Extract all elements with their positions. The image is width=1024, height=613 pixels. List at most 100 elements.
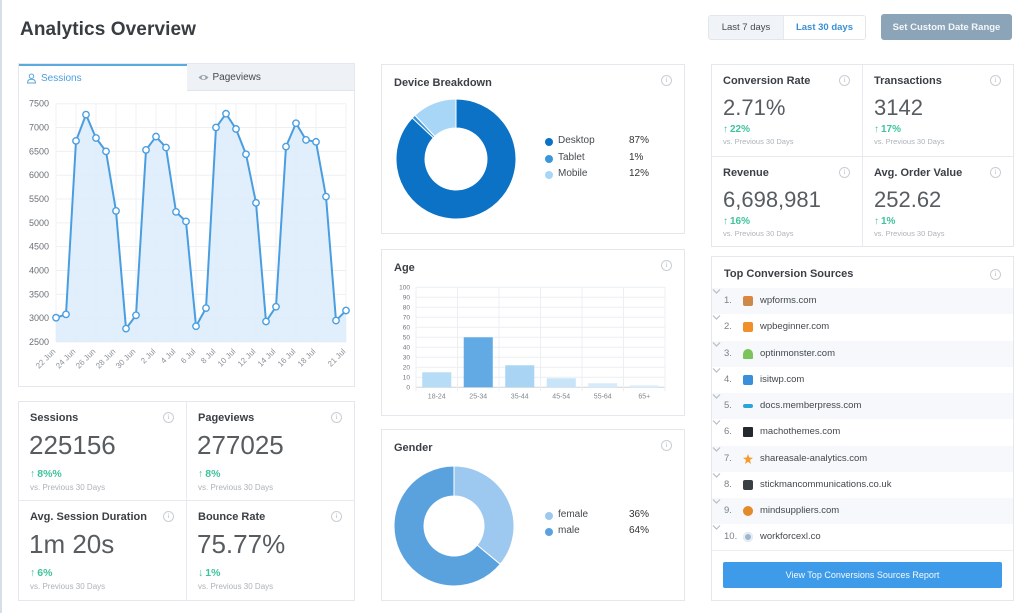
comparison-label: vs. Previous 30 Days — [874, 137, 945, 146]
chevron-down-icon[interactable] — [712, 341, 721, 348]
y-tick-label: 100 — [399, 285, 410, 292]
x-tick-label: 28 Jun — [94, 347, 117, 370]
info-icon[interactable] — [990, 269, 1001, 280]
x-tick-label: 35-44 — [511, 393, 529, 400]
info-icon[interactable] — [990, 167, 1001, 178]
chart-tabs: Sessions Pageviews — [19, 64, 354, 91]
view-top-conversion-sources-report-button[interactable]: View Top Conversions Sources Report — [723, 562, 1002, 588]
y-tick-label: 70 — [403, 315, 411, 322]
stat-change: ↑ 22% — [723, 124, 750, 135]
tab-sessions[interactable]: Sessions — [19, 64, 187, 91]
chevron-down-icon[interactable] — [712, 367, 721, 374]
data-point — [182, 217, 190, 226]
legend-dot — [545, 138, 553, 146]
stat-value: 252.62 — [874, 187, 942, 212]
arrow-down-icon: ↓ — [198, 567, 204, 579]
info-icon[interactable] — [661, 260, 672, 271]
ecommerce-stats-grid: Conversion Rate 2.71% ↑22% vs. Previous … — [711, 64, 1014, 247]
info-icon[interactable] — [661, 75, 672, 86]
legend-value: 87% — [629, 135, 650, 146]
source-row[interactable]: 6. machothemes.com — [712, 419, 1013, 445]
x-tick-label: 18-24 — [428, 393, 446, 400]
data-point — [202, 304, 210, 313]
chevron-down-icon[interactable] — [712, 472, 721, 479]
source-row[interactable]: 4. isitwp.com — [712, 367, 1013, 393]
data-point — [332, 316, 340, 325]
source-row[interactable]: 2. wpbeginner.com — [712, 314, 1013, 340]
source-rank: 10. — [724, 531, 738, 542]
info-icon[interactable] — [990, 75, 1001, 86]
device-donut-chart — [395, 98, 517, 220]
stat-card-transactions: Transactions 3142 ↑17% vs. Previous 30 D… — [863, 65, 1013, 157]
stat-title: Avg. Session Duration — [30, 511, 147, 523]
source-row[interactable]: 7. shareasale-analytics.com — [712, 446, 1013, 472]
x-tick-label: 18 Jul — [296, 347, 318, 369]
eye-icon — [198, 72, 209, 83]
chevron-down-icon[interactable] — [712, 393, 721, 400]
machothemes-logo-icon — [743, 427, 753, 437]
source-domain: machothemes.com — [760, 426, 841, 437]
stat-title: Bounce Rate — [198, 511, 266, 523]
arrow-up-icon: ↑ — [723, 124, 728, 135]
stat-title: Pageviews — [198, 412, 255, 424]
info-icon[interactable] — [163, 511, 174, 522]
set-custom-date-range-button[interactable]: Set Custom Date Range — [881, 14, 1012, 40]
age-bar-18-24 — [422, 372, 452, 388]
sessions-line — [55, 112, 347, 330]
stat-change: ↑ 17% — [874, 124, 901, 135]
source-domain: wpforms.com — [760, 295, 817, 306]
x-tick-label: 24 Jun — [54, 347, 77, 370]
mindsuppliers-logo-icon — [743, 506, 753, 516]
comparison-label: vs. Previous 30 Days — [30, 582, 106, 591]
x-tick-label: 30 Jun — [114, 347, 137, 370]
data-point — [72, 136, 80, 145]
arrow-up-icon: ↑ — [198, 468, 204, 480]
data-point — [212, 123, 220, 132]
last-30-days-button[interactable]: Last 30 days — [783, 16, 865, 39]
source-row[interactable]: 5. docs.memberpress.com — [712, 393, 1013, 419]
data-point — [222, 109, 230, 118]
chevron-down-icon[interactable] — [712, 446, 721, 453]
stat-card-avg-session-duration: Avg. Session Duration 1m 20s ↑6% vs. Pre… — [19, 501, 187, 600]
info-icon[interactable] — [661, 440, 672, 451]
info-icon[interactable] — [331, 412, 342, 423]
sessions-line-chart: 2500 3000 3500 4000 4500 5000 5500 6000 6500 7000… — [29, 99, 350, 370]
age-bar-chart: 0 10 20 30 40 50 60 70 80 90 100 18-24 25-34 35-44 45-… — [399, 285, 666, 400]
info-icon[interactable] — [331, 511, 342, 522]
legend-dot — [545, 171, 553, 179]
source-row[interactable]: 3. optinmonster.com — [712, 341, 1013, 367]
source-row[interactable]: 1. wpforms.com — [712, 288, 1013, 314]
stat-title: Conversion Rate — [723, 75, 811, 87]
y-tick-label: 3000 — [29, 313, 49, 323]
source-row[interactable]: 9. mindsuppliers.com — [712, 498, 1013, 524]
chevron-down-icon[interactable] — [712, 498, 721, 505]
stat-value: 3142 — [874, 95, 923, 120]
wpforms-logo-icon — [743, 296, 753, 306]
info-icon[interactable] — [839, 75, 850, 86]
chevron-down-icon[interactable] — [712, 419, 721, 426]
source-rank: 1. — [724, 295, 732, 306]
tab-pageviews[interactable]: Pageviews — [186, 64, 354, 91]
source-rank: 8. — [724, 479, 732, 490]
stat-card-sessions: Sessions 225156 ↑8%% vs. Previous 30 Day… — [19, 402, 187, 501]
tab-label: Sessions — [41, 73, 82, 84]
data-point — [302, 136, 310, 144]
info-icon[interactable] — [163, 412, 174, 423]
chevron-down-icon[interactable] — [712, 524, 721, 531]
legend-value: 12% — [629, 168, 650, 179]
arrow-up-icon: ↑ — [30, 468, 36, 480]
workforcexl-logo-icon — [743, 532, 753, 542]
source-row[interactable]: 8. stickmancommunications.co.uk — [712, 472, 1013, 498]
age-bar-35-44 — [505, 365, 535, 388]
chevron-down-icon[interactable] — [712, 314, 721, 321]
shareasale-logo-icon — [743, 454, 753, 464]
chevron-down-icon[interactable] — [712, 288, 721, 295]
y-tick-label: 10 — [403, 375, 411, 382]
stat-value: 277025 — [197, 430, 284, 460]
legend-dot — [545, 512, 553, 520]
source-row[interactable]: 10. workforcexl.co — [712, 524, 1013, 550]
x-tick-label: 8 Jul — [199, 347, 217, 365]
last-7-days-button[interactable]: Last 7 days — [709, 16, 783, 39]
x-tick-label: 2 Jul — [139, 347, 157, 365]
info-icon[interactable] — [839, 167, 850, 178]
